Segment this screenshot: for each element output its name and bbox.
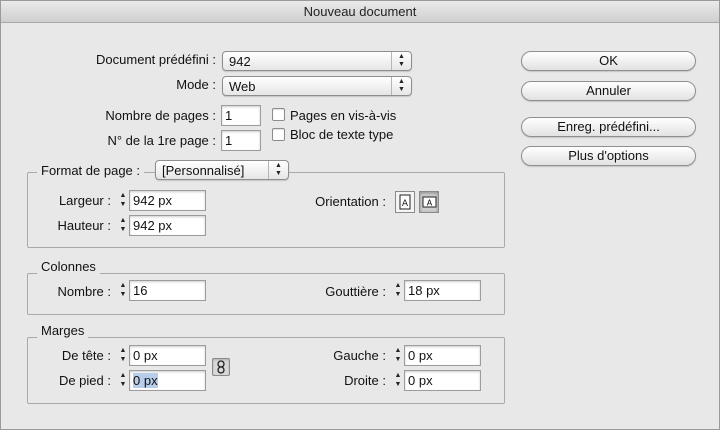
landscape-button[interactable]: A <box>419 191 439 213</box>
height-label: Hauteur : <box>57 218 111 233</box>
preset-value: 942 <box>229 54 251 69</box>
margin-right-input[interactable]: 0 px <box>404 370 481 391</box>
margin-bottom-label: De pied : <box>58 373 111 388</box>
pages-label: Nombre de pages : <box>105 108 216 123</box>
svg-text:A: A <box>402 199 409 209</box>
pages-input[interactable]: 1 <box>221 105 261 126</box>
margin-bottom-input[interactable]: 0 px <box>129 370 206 391</box>
chevron-updown-icon: ▲ ▼ <box>391 77 411 95</box>
height-stepper[interactable]: ▲ ▼ <box>117 215 129 236</box>
primary-text-frame-checkbox[interactable] <box>272 128 285 141</box>
save-preset-button[interactable]: Enreg. prédéfini... <box>521 117 696 137</box>
columns-title: Colonnes <box>37 259 100 274</box>
preset-dropdown[interactable]: 942 ▲ ▼ <box>222 51 412 71</box>
margin-left-stepper[interactable]: ▲ ▼ <box>392 345 404 366</box>
cancel-button[interactable]: Annuler <box>521 81 696 101</box>
margin-top-input[interactable]: 0 px <box>129 345 206 366</box>
orientation-label: Orientation : <box>315 194 386 209</box>
first-page-input[interactable]: 1 <box>221 130 261 151</box>
svg-text:A: A <box>427 199 433 208</box>
mode-dropdown[interactable]: Web ▲ ▼ <box>222 76 412 96</box>
page-size-dropdown[interactable]: [Personnalisé] ▲ ▼ <box>155 160 289 180</box>
margins-title: Marges <box>37 323 89 338</box>
page-size-value: [Personnalisé] <box>162 163 245 178</box>
portrait-button[interactable]: A <box>395 191 415 213</box>
ok-button[interactable]: OK <box>521 51 696 71</box>
preset-label: Document prédéfini : <box>96 52 216 67</box>
facing-pages-checkbox[interactable] <box>272 108 285 121</box>
margin-left-input[interactable]: 0 px <box>404 345 481 366</box>
margin-bottom-value: 0 px <box>133 373 158 388</box>
gutter-stepper[interactable]: ▲ ▼ <box>392 280 404 301</box>
landscape-icon: A <box>422 196 437 208</box>
margin-bottom-stepper[interactable]: ▲ ▼ <box>117 370 129 391</box>
gutter-label: Gouttière : <box>325 284 386 299</box>
new-document-dialog: Nouveau document Document prédéfini : 94… <box>0 0 720 430</box>
chevron-updown-icon: ▲ ▼ <box>268 161 288 179</box>
gutter-input[interactable]: 18 px <box>404 280 481 301</box>
more-options-button[interactable]: Plus d'options <box>521 146 696 166</box>
chevron-updown-icon: ▲ ▼ <box>391 52 411 70</box>
chain-link-icon <box>217 360 225 374</box>
margin-right-stepper[interactable]: ▲ ▼ <box>392 370 404 391</box>
margin-left-label: Gauche : <box>333 348 386 363</box>
facing-pages-label: Pages en vis-à-vis <box>290 108 397 123</box>
height-input[interactable]: 942 px <box>129 215 206 236</box>
link-margins-button[interactable] <box>212 358 230 376</box>
columns-number-input[interactable]: 16 <box>129 280 206 301</box>
mode-label: Mode : <box>176 77 216 92</box>
first-page-label: N° de la 1re page : <box>107 133 216 148</box>
margin-top-stepper[interactable]: ▲ ▼ <box>117 345 129 366</box>
window-title: Nouveau document <box>1 1 719 23</box>
primary-text-frame-label: Bloc de texte type <box>290 127 394 142</box>
margin-top-label: De tête : <box>61 348 111 363</box>
margin-right-label: Droite : <box>344 373 386 388</box>
width-stepper[interactable]: ▲ ▼ <box>117 190 129 211</box>
mode-value: Web <box>229 79 256 94</box>
page-size-label: Format de page : <box>37 163 144 178</box>
columns-number-stepper[interactable]: ▲ ▼ <box>117 280 129 301</box>
portrait-icon: A <box>399 194 411 210</box>
width-label: Largeur : <box>58 193 111 208</box>
width-input[interactable]: 942 px <box>129 190 206 211</box>
columns-number-label: Nombre : <box>57 284 111 299</box>
